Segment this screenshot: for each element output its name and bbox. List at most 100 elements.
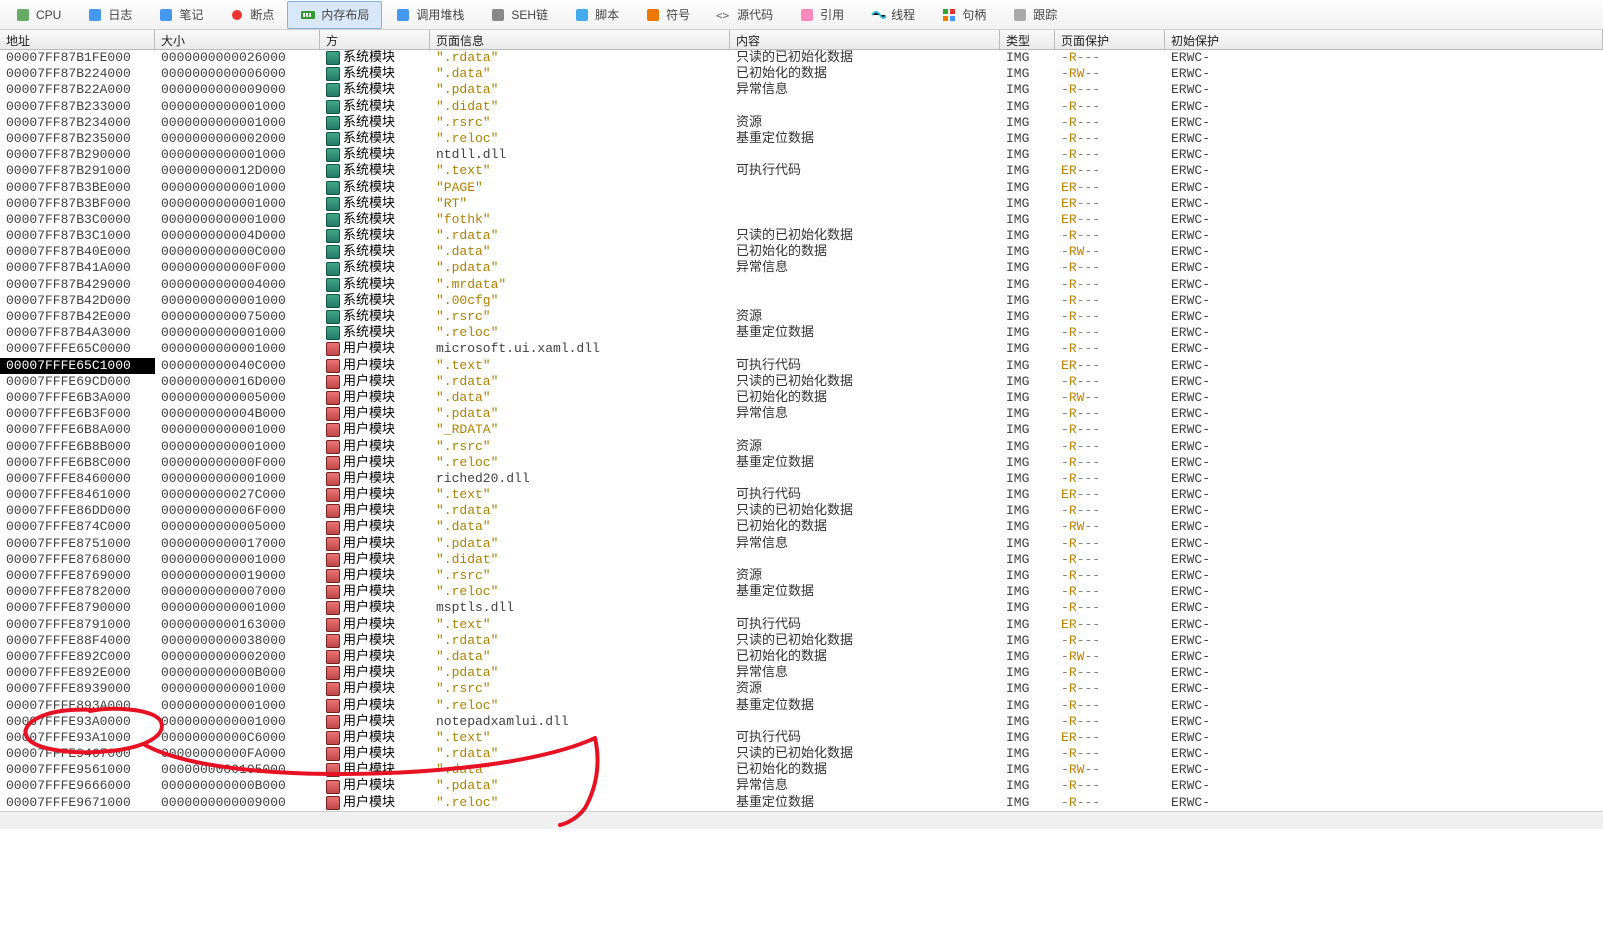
- table-row[interactable]: 00007FF87B42D0000000000000001000系统模块".00…: [0, 293, 1603, 309]
- table-row[interactable]: 00007FFFE892E000000000000000B000用户模块".pd…: [0, 665, 1603, 681]
- cell-side: 用户模块: [320, 568, 430, 584]
- tab-symbols[interactable]: 符号: [632, 1, 703, 29]
- table-row[interactable]: 00007FFFE96710000000000000009000用户模块".re…: [0, 795, 1603, 811]
- cell-prot: -R---: [1055, 698, 1165, 714]
- tab-breakpoints[interactable]: 断点: [216, 1, 287, 29]
- table-row[interactable]: 00007FF87B3C00000000000000001000系统模块"fot…: [0, 212, 1603, 228]
- table-row[interactable]: 00007FF87B2350000000000000002000系统模块".re…: [0, 131, 1603, 147]
- cell-type: IMG: [1000, 163, 1055, 179]
- table-row[interactable]: 00007FF87B291000000000000012D000系统模块".te…: [0, 163, 1603, 179]
- table-row[interactable]: 00007FFFE874C0000000000000005000用户模块".da…: [0, 519, 1603, 535]
- table-row[interactable]: 00007FFFE6B3A0000000000000005000用户模块".da…: [0, 390, 1603, 406]
- table-row[interactable]: 00007FF87B3BF0000000000000001000系统模块"RT"…: [0, 196, 1603, 212]
- cell-size: 0000000000001000: [155, 698, 320, 714]
- cell-info: ".data": [430, 244, 730, 260]
- table-row[interactable]: 00007FF87B4A30000000000000001000系统模块".re…: [0, 325, 1603, 341]
- table-row[interactable]: 00007FFFE93A100000000000000C6000用户模块".te…: [0, 730, 1603, 746]
- tab-log[interactable]: 日志: [74, 1, 145, 29]
- table-row[interactable]: 00007FFFE65C1000000000000040C000用户模块".te…: [0, 358, 1603, 374]
- tab-seh[interactable]: SEH链: [477, 1, 561, 29]
- col-prot[interactable]: 页面保护: [1055, 30, 1165, 49]
- table-row[interactable]: 00007FF87B2340000000000000001000系统模块".rs…: [0, 115, 1603, 131]
- cell-side: 用户模块: [320, 730, 430, 746]
- module-usr-icon: [326, 342, 340, 356]
- col-content[interactable]: 内容: [730, 30, 1000, 49]
- tab-label: 符号: [666, 6, 690, 23]
- table-row[interactable]: 00007FFFE893A0000000000000001000用户模块".re…: [0, 698, 1603, 714]
- cell-init: ERWC-: [1165, 277, 1275, 293]
- table-row[interactable]: 00007FFFE86DD000000000000006F000用户模块".rd…: [0, 503, 1603, 519]
- cell-type: IMG: [1000, 422, 1055, 438]
- table-row[interactable]: 00007FFFE95610000000000000105000用户模块".da…: [0, 762, 1603, 778]
- tab-cpu[interactable]: CPU: [2, 1, 74, 29]
- table-row[interactable]: 00007FFFE87690000000000000019000用户模块".rs…: [0, 568, 1603, 584]
- tab-source[interactable]: <>源代码: [703, 1, 786, 29]
- table-row[interactable]: 00007FFFE6B8C000000000000000F000用户模块".re…: [0, 455, 1603, 471]
- table-row[interactable]: 00007FF87B1FE0000000000000026000系统模块".rd…: [0, 50, 1603, 66]
- table-row[interactable]: 00007FFFE9666000000000000000B000用户模块".pd…: [0, 778, 1603, 794]
- table-row[interactable]: 00007FFFE84600000000000000001000用户模块rich…: [0, 471, 1603, 487]
- cell-type: IMG: [1000, 536, 1055, 552]
- table-row[interactable]: 00007FF87B2900000000000000001000系统模块ntdl…: [0, 147, 1603, 163]
- table-row[interactable]: 00007FF87B2330000000000000001000系统模块".di…: [0, 99, 1603, 115]
- table-row[interactable]: 00007FFFE87820000000000000007000用户模块".re…: [0, 584, 1603, 600]
- cell-side: 用户模块: [320, 406, 430, 422]
- memory-map-table[interactable]: 00007FF87B1FE0000000000000026000系统模块".rd…: [0, 50, 1603, 811]
- module-sys-icon: [326, 181, 340, 195]
- table-row[interactable]: 00007FFFE87900000000000000001000用户模块mspt…: [0, 600, 1603, 616]
- cell-size: 0000000000002000: [155, 649, 320, 665]
- col-addr[interactable]: 地址: [0, 30, 155, 49]
- hnd-icon: [941, 7, 957, 23]
- tab-callstack[interactable]: 调用堆栈: [382, 1, 477, 29]
- tab-memmap[interactable]: 内存布局: [287, 1, 382, 29]
- table-row[interactable]: 00007FF87B40E000000000000000C000系统模块".da…: [0, 244, 1603, 260]
- table-row[interactable]: 00007FFFE6B3F000000000000004B000用户模块".pd…: [0, 406, 1603, 422]
- cell-prot: -R---: [1055, 714, 1165, 730]
- cell-content: 资源: [730, 568, 1000, 584]
- tab-handles[interactable]: 句柄: [928, 1, 999, 29]
- table-row[interactable]: 00007FFFE892C0000000000000002000用户模块".da…: [0, 649, 1603, 665]
- table-row[interactable]: 00007FFFE93A00000000000000001000用户模块note…: [0, 714, 1603, 730]
- cell-prot: -R---: [1055, 600, 1165, 616]
- cell-side: 用户模块: [320, 358, 430, 374]
- cell-init: ERWC-: [1165, 260, 1275, 276]
- cell-side: 用户模块: [320, 600, 430, 616]
- col-size[interactable]: 大小: [155, 30, 320, 49]
- col-init[interactable]: 初始保护: [1165, 30, 1603, 49]
- table-row[interactable]: 00007FF87B42E0000000000000075000系统模块".rs…: [0, 309, 1603, 325]
- table-row[interactable]: 00007FF87B41A000000000000000F000系统模块".pd…: [0, 260, 1603, 276]
- table-row[interactable]: 00007FFFE89390000000000000001000用户模块".rs…: [0, 681, 1603, 697]
- table-row[interactable]: 00007FFFE8461000000000000027C000用户模块".te…: [0, 487, 1603, 503]
- table-row[interactable]: 00007FF87B22A0000000000000009000系统模块".pd…: [0, 82, 1603, 98]
- tab-script[interactable]: 脚本: [561, 1, 632, 29]
- col-info[interactable]: 页面信息: [430, 30, 730, 49]
- cell-info: ".rsrc": [430, 309, 730, 325]
- horizontal-scrollbar[interactable]: [0, 811, 1603, 829]
- table-row[interactable]: 00007FF87B4290000000000000004000系统模块".mr…: [0, 277, 1603, 293]
- cell-init: ERWC-: [1165, 714, 1275, 730]
- tab-refs[interactable]: 引用: [786, 1, 857, 29]
- cell-info: ".pdata": [430, 536, 730, 552]
- table-row[interactable]: 00007FFFE87510000000000000017000用户模块".pd…: [0, 536, 1603, 552]
- cell-type: IMG: [1000, 293, 1055, 309]
- table-row[interactable]: 00007FFFE88F40000000000000038000用户模块".rd…: [0, 633, 1603, 649]
- cell-size: 0000000000001000: [155, 147, 320, 163]
- table-row[interactable]: 00007FF87B3BE0000000000000001000系统模块"PAG…: [0, 180, 1603, 196]
- table-row[interactable]: 00007FFFE946700000000000000FA000用户模块".rd…: [0, 746, 1603, 762]
- table-row[interactable]: 00007FF87B3C1000000000000004D000系统模块".rd…: [0, 228, 1603, 244]
- cell-type: IMG: [1000, 778, 1055, 794]
- cell-size: 000000000000B000: [155, 778, 320, 794]
- table-row[interactable]: 00007FFFE6B8A0000000000000001000用户模块"_RD…: [0, 422, 1603, 438]
- table-row[interactable]: 00007FFFE69CD000000000000016D000用户模块".rd…: [0, 374, 1603, 390]
- table-row[interactable]: 00007FF87B2240000000000000006000系统模块".da…: [0, 66, 1603, 82]
- table-row[interactable]: 00007FFFE65C00000000000000001000用户模块micr…: [0, 341, 1603, 357]
- table-row[interactable]: 00007FFFE87910000000000000163000用户模块".te…: [0, 617, 1603, 633]
- tab-trace[interactable]: 跟踪: [999, 1, 1070, 29]
- tab-threads[interactable]: 线程: [857, 1, 928, 29]
- table-row[interactable]: 00007FFFE87680000000000000001000用户模块".di…: [0, 552, 1603, 568]
- col-side[interactable]: 方: [320, 30, 430, 49]
- cell-content: [730, 180, 1000, 196]
- col-type[interactable]: 类型: [1000, 30, 1055, 49]
- tab-notes[interactable]: 笔记: [145, 1, 216, 29]
- table-row[interactable]: 00007FFFE6B8B0000000000000001000用户模块".rs…: [0, 439, 1603, 455]
